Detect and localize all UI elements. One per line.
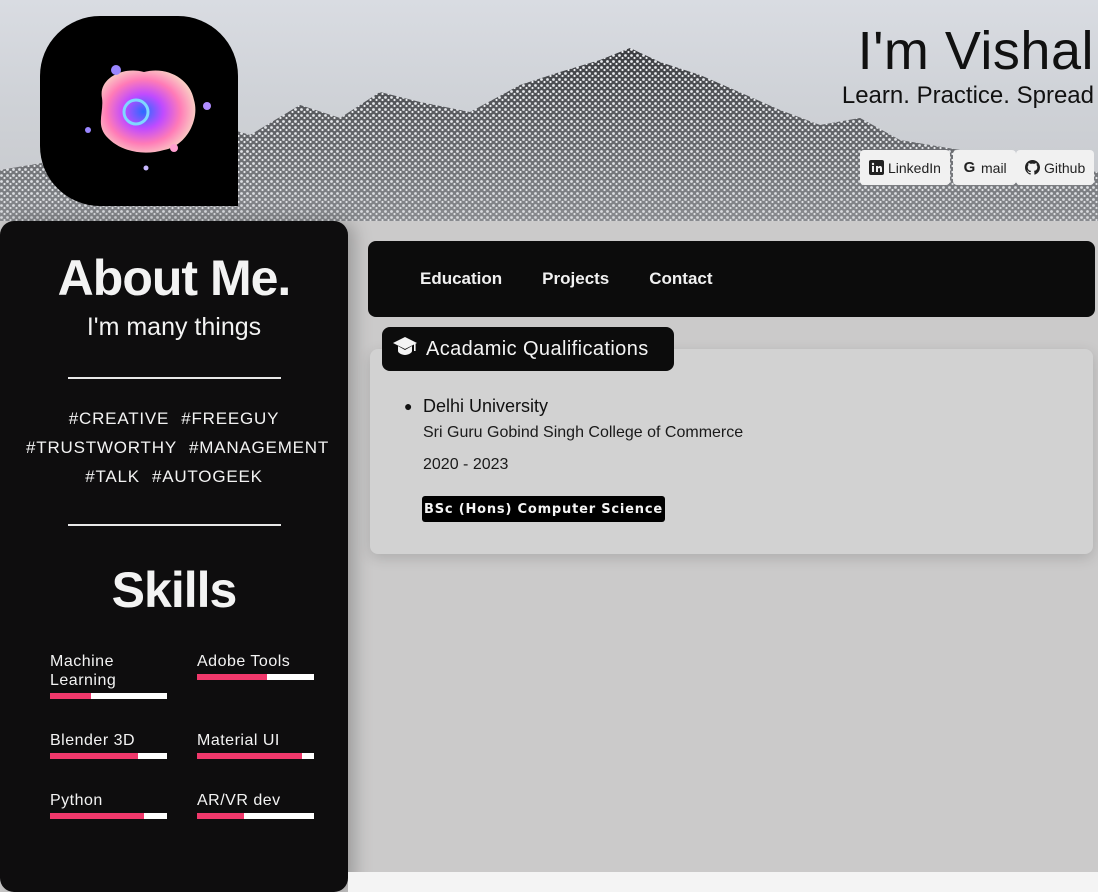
skill-bar-fill — [50, 753, 138, 759]
education-years: 2020 - 2023 — [423, 456, 509, 473]
skill-label: Material UI — [197, 732, 280, 749]
blob-logo — [85, 65, 211, 171]
skill-item: Blender 3D — [50, 731, 167, 759]
skill-bar — [50, 813, 167, 819]
hero-banner: I'm Vishal Learn. Practice. Spread Linke… — [0, 0, 1098, 221]
skill-bar — [197, 753, 314, 759]
degree-badge: BSc (Hons) Computer Science — [422, 496, 665, 522]
hero-tagline: Learn. Practice. Spread — [841, 82, 1094, 109]
skill-label: AR/VR dev — [197, 792, 281, 809]
skill-item: AR/VR dev — [197, 791, 314, 819]
graduation-cap-icon — [392, 336, 418, 362]
skill-bar — [197, 674, 314, 680]
nav-contact[interactable]: Contact — [649, 269, 712, 289]
skill-bar — [50, 753, 167, 759]
divider — [68, 377, 281, 379]
tag: #FREEGUY — [181, 409, 280, 428]
skill-item: Adobe Tools — [197, 652, 314, 680]
skill-bar-fill — [50, 813, 144, 819]
about-title: About Me. — [57, 250, 292, 306]
divider — [68, 524, 281, 526]
nav-projects[interactable]: Projects — [542, 269, 609, 289]
skills-title: Skills — [111, 562, 238, 618]
hero-title: I'm Vishal — [857, 21, 1094, 81]
college-name: Sri Guru Gobind Singh College of Commerc… — [423, 424, 744, 441]
skill-item: Machine Learning — [50, 652, 167, 699]
about-panel: About Me. I'm many things #CREATIVE #FREE… — [0, 221, 348, 892]
github-label: Github — [1044, 159, 1086, 176]
education-card-heading: Acadamic Qualifications — [382, 327, 674, 371]
linkedin-button[interactable]: LinkedIn — [860, 150, 950, 185]
skill-bar-fill — [197, 753, 303, 759]
avatar — [40, 16, 238, 206]
footer-strip — [348, 872, 1098, 892]
nav-education[interactable]: Education — [420, 269, 502, 289]
skill-item: Python — [50, 791, 167, 819]
skill-bar-fill — [197, 674, 268, 680]
skill-bar — [50, 693, 167, 699]
skill-label: Python — [50, 792, 103, 809]
skill-label: Adobe Tools — [197, 653, 291, 670]
tag-list: #CREATIVE #FREEGUY #TRUSTWORTHY #MANAGEMEN… — [20, 404, 328, 491]
education-heading-label: Acadamic Qualifications — [426, 337, 649, 360]
tag: #CREATIVE — [68, 409, 170, 428]
university-name: Delhi University — [423, 396, 549, 416]
skill-label: Blender 3D — [50, 732, 136, 749]
skill-bar-fill — [197, 813, 244, 819]
github-icon — [1025, 160, 1040, 175]
mail-button[interactable]: G mail — [953, 150, 1016, 185]
linkedin-label: LinkedIn — [888, 159, 941, 176]
skill-item: Material UI — [197, 731, 314, 759]
linkedin-icon — [869, 160, 884, 175]
tag: #TALK — [85, 467, 140, 486]
about-subtitle: I'm many things — [86, 313, 262, 341]
skill-bar — [197, 813, 314, 819]
tag: #MANAGEMENT — [188, 438, 330, 457]
education-card — [370, 349, 1093, 554]
skill-label: Machine Learning — [50, 653, 117, 689]
github-button[interactable]: Github — [1016, 150, 1095, 185]
main-nav: Education Projects Contact — [368, 241, 1095, 317]
tag: #TRUSTWORTHY — [26, 438, 177, 457]
list-bullet: ● — [404, 398, 413, 414]
skill-bar-fill — [50, 693, 91, 699]
google-icon: G — [963, 159, 976, 176]
tag: #AUTOGEEK — [151, 467, 263, 486]
mail-label: mail — [981, 159, 1007, 176]
